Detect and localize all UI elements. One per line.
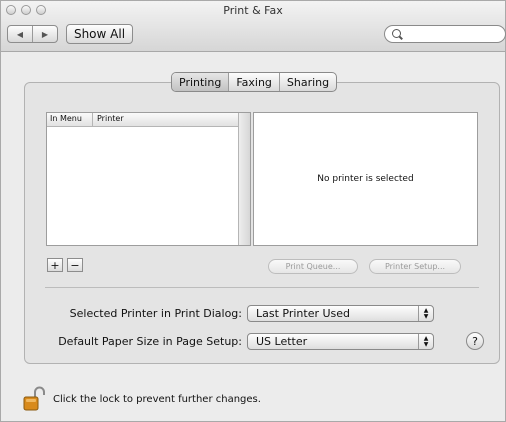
paper-size-popup[interactable]: US Letter ▲ ▼ — [247, 333, 434, 350]
search-icon — [392, 29, 401, 38]
tab-sharing[interactable]: Sharing — [280, 73, 336, 91]
lock-message: Click the lock to prevent further change… — [53, 394, 261, 405]
printer-list-header: In Menu Printer — [47, 113, 239, 127]
window-title: Print & Fax — [223, 4, 283, 17]
selected-printer-value: Last Printer Used — [256, 307, 351, 320]
title-bar: Print & Fax ◀ ▶ Show All — [1, 1, 506, 52]
forward-arrow-icon[interactable]: ▶ — [33, 26, 57, 42]
remove-printer-button[interactable]: − — [67, 258, 83, 272]
search-input[interactable] — [405, 27, 504, 43]
column-divider — [92, 113, 93, 126]
popup-arrows-icon: ▲ ▼ — [418, 334, 433, 349]
printer-list[interactable]: In Menu Printer — [46, 112, 251, 246]
paper-size-value: US Letter — [256, 335, 308, 348]
print-fax-window: Print & Fax ◀ ▶ Show All Printing Faxing… — [0, 0, 506, 422]
search-field[interactable] — [384, 25, 506, 43]
tab-printing[interactable]: Printing — [172, 73, 230, 91]
column-header-in-menu[interactable]: In Menu — [50, 114, 82, 123]
tab-bar: Printing Faxing Sharing — [171, 72, 338, 92]
selected-printer-label: Selected Printer in Print Dialog: — [69, 307, 242, 320]
add-printer-button[interactable]: + — [47, 258, 63, 272]
back-forward-control: ◀ ▶ — [7, 25, 58, 43]
show-all-button[interactable]: Show All — [66, 24, 133, 44]
print-queue-button[interactable]: Print Queue... — [268, 259, 358, 274]
no-printer-message: No printer is selected — [317, 174, 414, 184]
unlocked-padlock-icon[interactable] — [23, 386, 45, 412]
help-button[interactable]: ? — [466, 332, 484, 350]
column-header-printer[interactable]: Printer — [97, 114, 124, 123]
section-divider — [45, 287, 479, 288]
popup-arrows-icon: ▲ ▼ — [418, 306, 433, 321]
tab-faxing[interactable]: Faxing — [229, 73, 280, 91]
paper-size-label: Default Paper Size in Page Setup: — [58, 335, 242, 348]
back-arrow-icon[interactable]: ◀ — [8, 26, 33, 42]
printer-setup-button[interactable]: Printer Setup... — [369, 259, 461, 274]
selected-printer-popup[interactable]: Last Printer Used ▲ ▼ — [247, 305, 434, 322]
printer-detail-pane: No printer is selected — [253, 112, 478, 246]
printer-list-scrollbar[interactable] — [238, 113, 250, 245]
